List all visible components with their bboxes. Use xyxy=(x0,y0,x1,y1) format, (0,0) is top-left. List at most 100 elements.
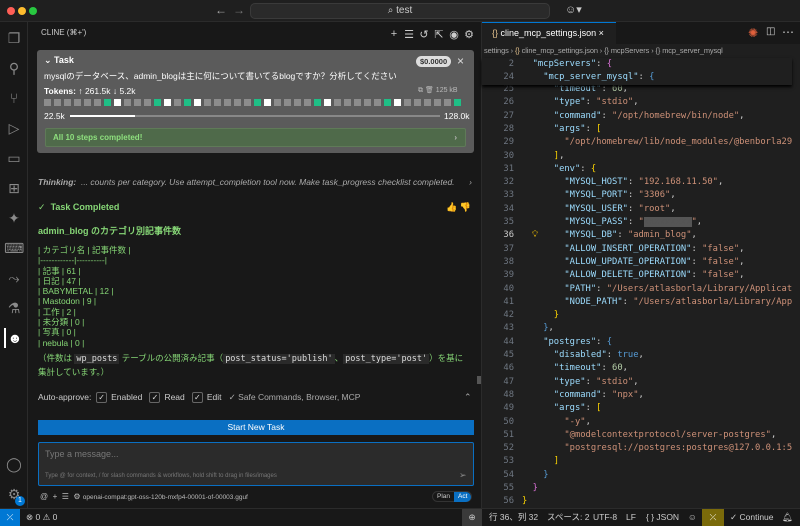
history-icon[interactable]: ↺ xyxy=(417,28,431,41)
account-icon[interactable]: ◉ xyxy=(447,28,461,41)
breadcrumb-item[interactable]: mcpServers xyxy=(611,46,650,55)
thumbs-down-icon[interactable]: 👎 xyxy=(460,202,471,212)
settings-gear-icon[interactable]: ⚙ xyxy=(462,28,476,41)
code-line: "/opt/homebrew/lib/node_modules/@benborl… xyxy=(564,137,793,148)
breadcrumb: settings › {} cline_mcp_settings.json › … xyxy=(484,46,723,55)
line-ending[interactable]: LF xyxy=(626,509,636,526)
context-block xyxy=(394,99,401,106)
close-window-button[interactable] xyxy=(7,7,15,15)
input-toolbar: @ + ☰ ⚙ openai-compat:gpt-oss-120b-mxfp4… xyxy=(40,492,248,501)
chevron-right-icon: › xyxy=(469,177,472,187)
tab-bar: {} cline_mcp_settings.json × ✺ ◫ ⋯ xyxy=(482,22,800,44)
testing-icon[interactable]: ⚗ xyxy=(4,298,24,318)
kangaroo-icon[interactable]: ⤳ xyxy=(4,268,24,288)
cursor-position[interactable]: 行 36、列 32 xyxy=(489,509,538,526)
thinking-row[interactable]: Thinking: ... counts per category. Use a… xyxy=(38,177,474,187)
minimize-window-button[interactable] xyxy=(18,7,26,15)
remote-icon[interactable]: ⤫ xyxy=(0,509,20,526)
at-mention-icon[interactable]: @ xyxy=(40,492,48,501)
indentation[interactable]: スペース: 2 xyxy=(547,509,589,526)
split-editor-icon[interactable]: ◫ xyxy=(766,26,775,37)
more-actions-icon[interactable]: ⋯ xyxy=(782,25,794,39)
continue-status[interactable]: ✓ Continue xyxy=(730,509,774,526)
sticky-code-line[interactable]: "mcp_server_mysql": { xyxy=(522,72,654,82)
encoding[interactable]: UTF-8 xyxy=(593,509,617,526)
code-line: "@modelcontextprotocol/server-postgres", xyxy=(564,429,777,440)
back-arrow-icon[interactable]: ← xyxy=(215,3,227,17)
context-block xyxy=(364,99,371,106)
table-line: | BABYMETAL | 12 | xyxy=(38,286,114,297)
thumbs-up-icon[interactable]: 👍 xyxy=(446,202,457,212)
tokens-out: ↓ 5.2k xyxy=(112,86,136,96)
code-line: "type": "stdio", xyxy=(553,97,639,108)
no-sync-icon[interactable]: ⤫ xyxy=(702,509,724,526)
line-number: 53 xyxy=(503,456,514,467)
cline-icon[interactable]: ☻ xyxy=(4,328,24,348)
code-line: "ALLOW_UPDATE_OPERATION": "false", xyxy=(564,256,745,267)
extensions-icon[interactable]: ⊞ xyxy=(4,178,24,198)
new-task-icon[interactable]: + xyxy=(387,28,401,40)
message-input[interactable]: Type a message... Type @ for context, / … xyxy=(38,442,474,486)
search-icon[interactable]: ⚲ xyxy=(4,58,24,78)
edit-checkbox[interactable]: ✓ xyxy=(191,392,203,404)
enabled-checkbox[interactable]: ✓ xyxy=(96,392,108,404)
breadcrumb-item[interactable]: mcp_server_mysql xyxy=(662,46,723,55)
run-debug-icon[interactable]: ▷ xyxy=(4,118,24,138)
read-checkbox[interactable]: ✓ xyxy=(149,392,161,404)
model-selector[interactable]: openai-compat:gpt-oss-120b-mxfp4-00001-o… xyxy=(83,494,248,501)
send-icon[interactable]: ➢ xyxy=(459,470,467,481)
note-code: post_type='post' xyxy=(343,354,430,364)
explorer-icon[interactable]: ❐ xyxy=(4,28,24,48)
tab-cline-mcp-settings[interactable]: {} cline_mcp_settings.json × xyxy=(482,22,616,44)
maximize-window-button[interactable] xyxy=(29,7,37,15)
chevron-up-icon[interactable]: ⌃ xyxy=(464,392,472,403)
source-control-icon[interactable]: ⑂ xyxy=(4,88,24,108)
language-mode[interactable]: { } JSON xyxy=(646,509,679,526)
context-block xyxy=(274,99,281,106)
context-block xyxy=(174,99,181,106)
terminal-icon[interactable]: ⌨ xyxy=(4,238,24,258)
mcp-servers-icon[interactable]: ☰ xyxy=(402,28,416,41)
remote-explorer-icon[interactable]: ▭ xyxy=(4,148,24,168)
context-block xyxy=(334,99,341,106)
copilot-sparkle-icon[interactable]: ✦ xyxy=(4,208,24,228)
line-number: 32 xyxy=(503,177,514,188)
account-icon[interactable]: ◯ xyxy=(4,454,24,474)
copilot-status-icon[interactable]: ☺ xyxy=(688,509,697,526)
code-line: "MYSQL_PORT": "3306", xyxy=(564,190,676,201)
rules-icon[interactable]: ☰ xyxy=(62,492,69,501)
popout-icon[interactable]: ⇱ xyxy=(432,28,446,41)
chevron-right-icon: › xyxy=(454,133,457,142)
code-line: } xyxy=(522,496,528,507)
close-task-icon[interactable]: × xyxy=(457,54,464,68)
line-number: 39 xyxy=(503,270,514,281)
lightbulb-icon[interactable]: 💡︎ xyxy=(528,230,538,240)
line-number: 47 xyxy=(503,376,514,387)
sticky-code-line[interactable]: "mcpServers": { xyxy=(522,59,612,69)
cline-spark-icon[interactable]: ✺ xyxy=(748,26,758,40)
breadcrumb-item[interactable]: cline_mcp_settings.json xyxy=(522,46,598,55)
steps-completed-banner[interactable]: All 10 steps completed! › xyxy=(45,128,466,147)
command-center-search[interactable]: ⌕ test xyxy=(250,3,550,19)
bell-icon[interactable]: 🔔︎ xyxy=(782,509,793,526)
forward-arrow-icon[interactable]: → xyxy=(233,3,245,17)
copy-icon[interactable]: ⧉ xyxy=(418,87,423,94)
problems-indicator[interactable]: ⊗ 0 ⚠ 0 xyxy=(26,509,57,526)
start-new-task-button[interactable]: Start New Task xyxy=(38,420,474,435)
act-mode[interactable]: Act xyxy=(454,492,472,502)
add-icon[interactable]: + xyxy=(53,492,58,501)
code-area[interactable]: 25 "timeout": 60, 26 "type": "stdio", 27 "… xyxy=(482,58,800,508)
close-tab-icon[interactable]: × xyxy=(599,28,604,38)
zoom-icon[interactable]: ⊕ xyxy=(462,509,482,526)
task-label: Task xyxy=(54,55,74,65)
scrollbar-thumb[interactable] xyxy=(477,376,481,384)
plan-mode[interactable]: Plan xyxy=(433,493,454,500)
breadcrumb-item[interactable]: settings xyxy=(484,46,509,55)
context-block xyxy=(454,99,461,106)
auto-approve-extra[interactable]: ✓ Safe Commands, Browser, MCP xyxy=(229,392,361,402)
task-toggle[interactable]: ⌄ Task xyxy=(44,55,74,66)
notification-badge: 1 xyxy=(15,496,25,506)
trash-icon[interactable]: 🗑 xyxy=(425,87,434,94)
note-text: テーブルの公開済み記事（ xyxy=(119,353,224,363)
copilot-icon[interactable]: ☺▾ xyxy=(565,3,582,16)
